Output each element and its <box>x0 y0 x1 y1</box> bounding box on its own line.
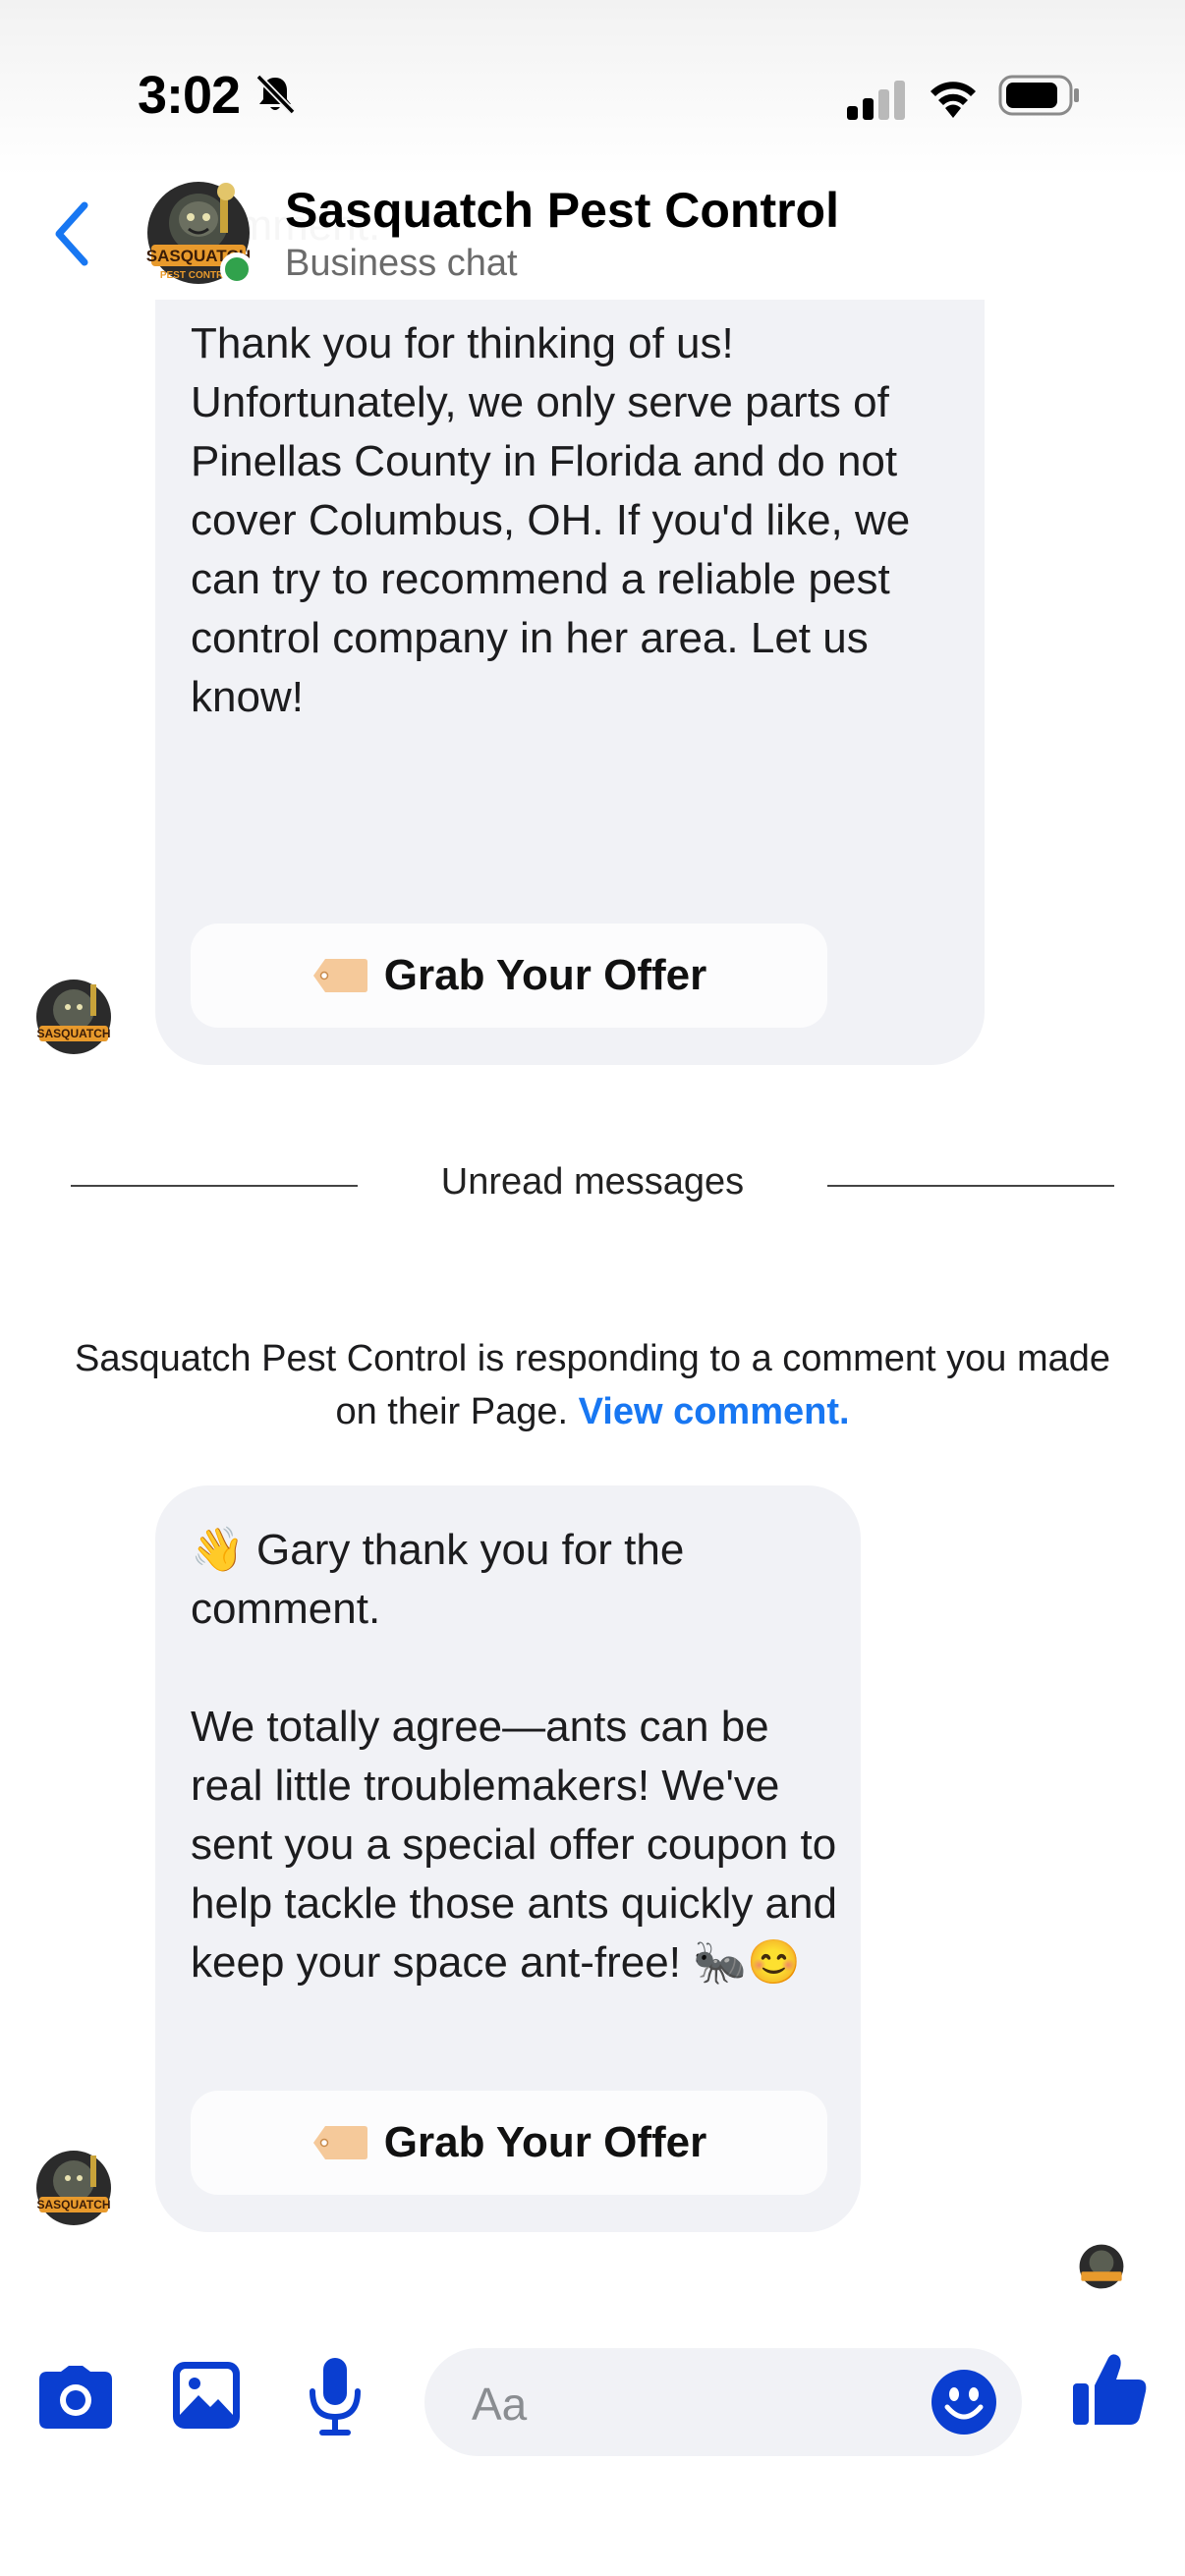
message-text: 👋 Gary thank you for the comment. We tot… <box>191 1526 837 1987</box>
cellular-signal-icon <box>847 81 905 120</box>
back-chevron-icon[interactable] <box>51 199 94 268</box>
message-bubble[interactable]: comment. Thank you for thinking of us! U… <box>155 196 985 1065</box>
message-input[interactable]: Aa <box>424 2348 1022 2456</box>
camera-icon[interactable] <box>39 2366 112 2429</box>
chat-title[interactable]: Sasquatch Pest Control <box>285 182 839 239</box>
bell-slash-icon <box>255 74 296 115</box>
microphone-icon[interactable] <box>307 2358 364 2436</box>
svg-text:SASQUATCH: SASQUATCH <box>36 2198 110 2212</box>
unread-divider-label: Unread messages <box>440 1161 745 1203</box>
wifi-icon <box>931 82 976 118</box>
sender-avatar: SASQUATCH <box>36 980 111 1054</box>
chat-subtitle: Business chat <box>285 243 518 284</box>
message-bubble[interactable]: 👋 Gary thank you for the comment. We tot… <box>155 1485 861 2232</box>
chat-header: SASQUATCH PEST CONTROL Sasquatch Pest Co… <box>0 172 1185 300</box>
svg-text:SASQUATCH: SASQUATCH <box>36 1027 110 1040</box>
sender-avatar: SASQUATCH <box>36 2151 111 2225</box>
offer-button-label: Grab Your Offer <box>383 2118 707 2166</box>
status-bar: 3:02 <box>0 0 1185 177</box>
view-comment-link[interactable]: View comment. <box>579 1391 850 1432</box>
photo-gallery-icon[interactable] <box>173 2362 240 2429</box>
context-note: Sasquatch Pest Control is responding to … <box>59 1332 1126 1438</box>
divider-line-right <box>827 1185 1114 1187</box>
message-composer: Aa <box>0 2338 1185 2486</box>
offer-button-label: Grab Your Offer <box>383 951 707 999</box>
grab-offer-button[interactable]: Grab Your Offer <box>191 2091 827 2195</box>
grab-offer-button[interactable]: Grab Your Offer <box>191 924 827 1028</box>
price-tag-icon <box>312 2126 367 2159</box>
status-time: 3:02 <box>138 66 241 125</box>
thumbs-up-icon[interactable] <box>1073 2352 1148 2427</box>
read-receipt-avatar <box>1079 2244 1124 2289</box>
price-tag-icon <box>312 959 367 992</box>
emoji-icon[interactable] <box>931 2370 996 2435</box>
online-status-dot <box>220 252 254 286</box>
battery-icon <box>998 75 1079 116</box>
message-input-placeholder: Aa <box>472 2379 528 2430</box>
